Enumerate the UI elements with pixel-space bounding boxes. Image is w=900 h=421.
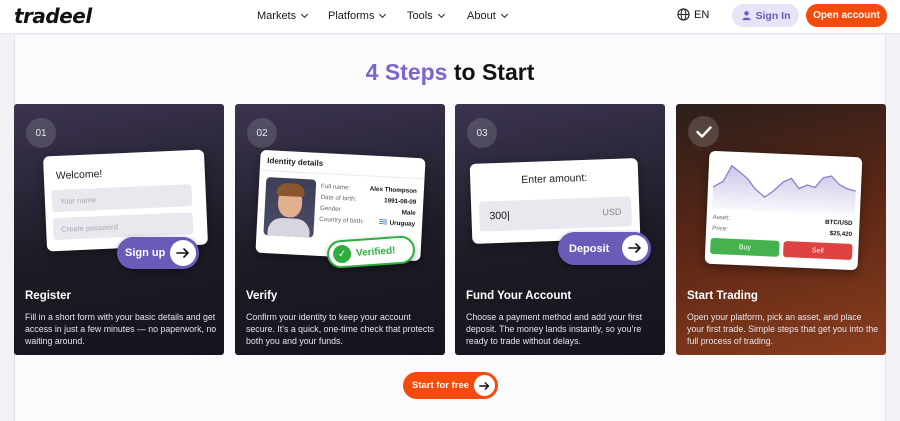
arrow-right-icon — [474, 375, 495, 396]
field-label: Full name: — [320, 182, 351, 192]
step-number: 01 — [26, 118, 56, 148]
sign-in-label: Sign In — [755, 9, 791, 22]
chevron-down-icon — [301, 10, 309, 19]
price-value: $25,420 — [829, 230, 853, 239]
asset-label: Asset: — [712, 213, 730, 222]
trade-widget-mock: Asset: BTC/USD Price: $25,420 Buy Sell — [704, 150, 863, 271]
field-value: Alex Thompson — [369, 185, 418, 195]
nav-platforms-label: Platforms — [328, 10, 375, 22]
field-row: Date of birth: 1991-08-09 — [320, 194, 416, 206]
step-card-trade: Asset: BTC/USD Price: $25,420 Buy Sell Sta… — [676, 104, 886, 355]
amount-value: 300| — [489, 209, 510, 223]
step-number: 03 — [467, 118, 497, 148]
step-title: Fund Your Account — [466, 290, 572, 302]
field-row: Gender Male — [320, 205, 416, 217]
logo[interactable]: tradeel — [14, 4, 92, 28]
language-selector[interactable]: EN — [677, 8, 709, 21]
flag-icon — [379, 219, 388, 225]
welcome-text: Welcome! — [55, 167, 103, 183]
chevron-down-icon — [379, 10, 387, 19]
arrow-right-icon — [622, 235, 648, 261]
step-title: Start Trading — [687, 290, 758, 302]
nav-tools-label: Tools — [407, 10, 433, 22]
nav-tools[interactable]: Tools — [407, 10, 445, 22]
verified-label: Verified! — [355, 244, 396, 259]
check-icon: ✓ — [332, 244, 352, 264]
deposit-label: Deposit — [569, 242, 610, 255]
price-row: Price: $25,420 — [712, 225, 852, 238]
arrow-right-icon — [170, 240, 196, 266]
currency-label: USD — [602, 206, 622, 218]
price-chart — [712, 164, 857, 216]
chevron-down-icon — [500, 10, 508, 19]
step-description: Choose a payment method and add your fir… — [466, 312, 643, 346]
sign-in-button[interactable]: Sign In — [732, 4, 799, 27]
step-card-verify: 02 Identity details Full name: Alex Thomp… — [235, 104, 445, 355]
deposit-pill: Deposit — [558, 232, 651, 265]
amount-label: Enter amount: — [521, 171, 588, 187]
profile-photo — [263, 177, 317, 238]
start-for-free-button[interactable]: Start for free — [403, 372, 498, 399]
nav-platforms[interactable]: Platforms — [328, 10, 387, 22]
nav-about[interactable]: About — [467, 10, 508, 22]
amount-field-mock: 300| USD — [478, 196, 632, 232]
step-description: Open your platform, pick an asset, and p… — [687, 312, 879, 346]
chevron-down-icon — [437, 10, 445, 19]
buy-button-mock: Buy — [710, 237, 780, 257]
globe-icon — [677, 8, 690, 21]
identity-heading: Identity details — [267, 156, 324, 169]
field-label: Country of birth: — [319, 215, 365, 226]
field-label: Gender — [319, 204, 341, 214]
price-label: Price: — [711, 224, 729, 233]
sign-up-label: Sign up — [125, 247, 166, 259]
title-accent: 4 Steps — [365, 59, 448, 85]
step-description: Fill in a short form with your basic det… — [25, 312, 217, 346]
field-value: 1991-08-09 — [383, 197, 417, 206]
sell-button-mock: Sell — [782, 241, 853, 261]
step-card-fund: 03 Enter amount: 300| USD Deposit Fund Y… — [455, 104, 665, 355]
step-number: 02 — [247, 118, 277, 148]
name-field-mock: Your name — [51, 184, 193, 213]
user-icon — [741, 11, 751, 21]
step-description: Confirm your identity to keep your accou… — [246, 312, 435, 346]
title-rest: to Start — [453, 59, 535, 85]
nav-markets[interactable]: Markets — [257, 10, 309, 22]
section-title: 4 Steps to Start — [0, 59, 900, 86]
field-row: Country of birth: Uruguay — [319, 216, 415, 228]
language-label: EN — [694, 8, 710, 21]
start-for-free-label: Start for free — [412, 380, 470, 391]
sign-up-pill: Sign up — [117, 237, 199, 269]
nav-markets-label: Markets — [257, 10, 297, 22]
field-value: Uruguay — [389, 219, 416, 228]
nav-about-label: About — [467, 10, 496, 22]
password-field-mock: Create password — [52, 212, 194, 241]
step-title: Verify — [246, 290, 278, 302]
step-title: Register — [25, 290, 72, 302]
field-label: Date of birth: — [320, 193, 357, 203]
field-row: Full name: Alex Thompson — [321, 183, 417, 195]
asset-value: BTC/USD — [824, 218, 853, 228]
step-card-register: 01 Welcome! Your name Create password Si… — [14, 104, 224, 355]
checkmark-icon — [688, 116, 719, 147]
open-account-button[interactable]: Open account — [806, 4, 887, 27]
field-value: Male — [401, 209, 416, 217]
verified-badge: ✓ Verified! — [326, 234, 416, 270]
top-nav: tradeel Markets Platforms Tools About EN… — [0, 0, 900, 34]
